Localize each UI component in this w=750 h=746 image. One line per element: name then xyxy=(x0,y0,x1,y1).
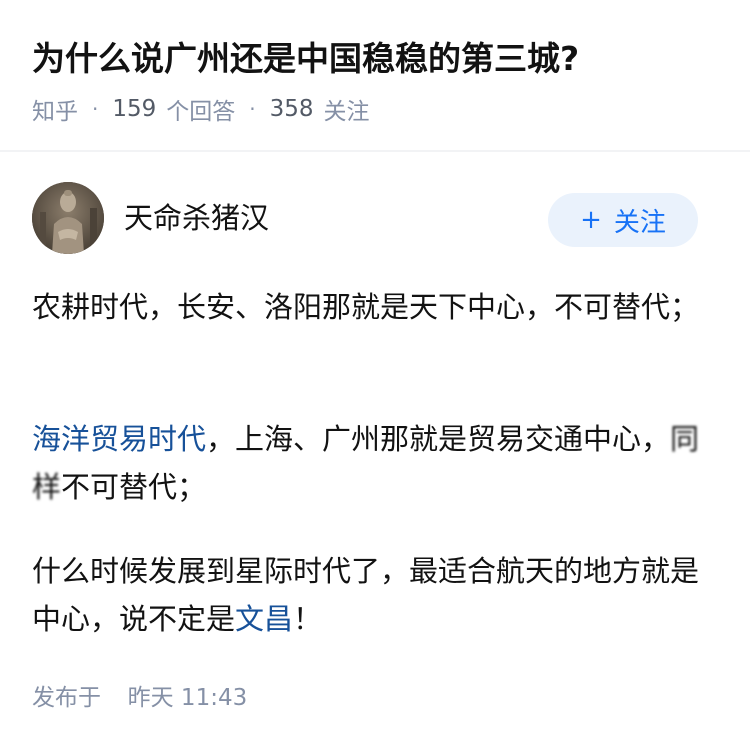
avatar[interactable] xyxy=(32,182,104,254)
paragraph-text: 不可替代； xyxy=(61,470,207,504)
follow-button-label: 关注 xyxy=(613,207,666,238)
keyword-link[interactable]: 文昌 xyxy=(235,602,293,636)
buddha-statue-avatar-icon xyxy=(32,182,104,254)
follow-button[interactable]: + 关注 xyxy=(548,193,698,247)
question-meta: 知乎 · 159 个回答 · 358 关注 xyxy=(32,92,370,126)
answer-paragraph: 什么时候发展到星际时代了，最适合航天的地方就是中心，说不定是文昌！ xyxy=(32,547,712,643)
source-label[interactable]: 知乎 xyxy=(32,92,78,126)
paragraph-text: ！ xyxy=(293,602,323,636)
paragraph-text: 什么时候发展到星际时代了，最适合航天的地方就是中心，说不定是 xyxy=(32,554,700,636)
answer-paragraph: 海洋贸易时代，上海、广州那就是贸易交通中心，同样不可替代； xyxy=(32,415,712,511)
divider xyxy=(0,150,750,152)
answer-count-label[interactable]: 个回答 xyxy=(166,92,235,126)
answer-page: 为什么说广州还是中国稳稳的第三城? 知乎 · 159 个回答 · 358 关注 xyxy=(0,0,750,746)
question-title[interactable]: 为什么说广州还是中国稳稳的第三城? xyxy=(32,34,722,84)
published-label: 发布于 xyxy=(32,685,101,711)
follower-count: 358 xyxy=(269,96,314,122)
published-time[interactable]: 昨天 11:43 xyxy=(128,685,248,711)
paragraph-text: ，上海、广州那就是贸易交通中心， xyxy=(206,422,671,456)
meta-separator: · xyxy=(92,97,99,121)
publish-info: 发布于 昨天 11:43 xyxy=(32,678,247,712)
plus-icon: + xyxy=(580,205,602,235)
answer-paragraph: 农耕时代，长安、洛阳那就是天下中心，不可替代； xyxy=(32,290,700,324)
follower-count-label: 关注 xyxy=(323,99,370,125)
answer-count: 159 xyxy=(112,96,157,122)
meta-separator: · xyxy=(249,97,256,121)
author-name[interactable]: 天命杀猪汉 xyxy=(124,196,269,240)
keyword-link[interactable]: 海洋贸易时代 xyxy=(32,422,206,456)
